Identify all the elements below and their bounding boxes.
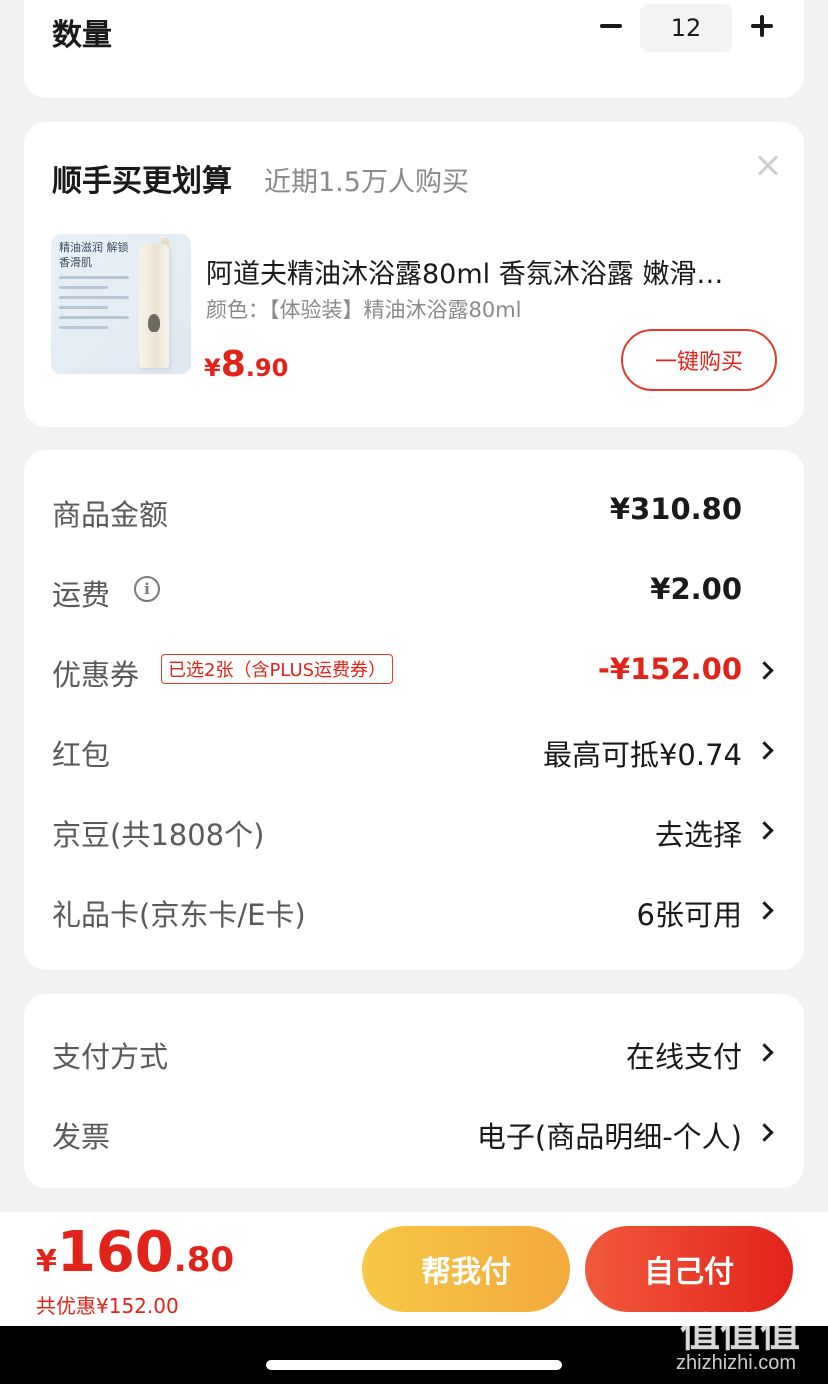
order-confirm-page: 数量 12 顺手买更划算 近期1.5万人购买 精油滋润 解锁香滑肌 阿道夫精油沐… — [0, 0, 828, 1384]
price-integer: 8 — [220, 344, 246, 385]
product-image-text-lines — [59, 276, 129, 336]
summary-value: -¥152.00 — [597, 652, 742, 686]
summary-label: 商品金额 — [52, 498, 169, 532]
invoice-row[interactable]: 发票 电子(商品明细-个人) — [24, 1102, 804, 1162]
total-integer: 160 — [56, 1220, 174, 1285]
payment-value: 在线支付 — [625, 1040, 742, 1074]
quantity-input[interactable]: 12 — [640, 4, 732, 52]
summary-label: 礼品卡(京东卡/E卡) — [52, 898, 306, 932]
product-image[interactable]: 精油滋润 解锁香滑肌 — [51, 234, 191, 374]
summary-value: 6张可用 — [636, 898, 742, 932]
quantity-label: 数量 — [52, 18, 112, 53]
recommendation-subtitle: 近期1.5万人购买 — [264, 167, 469, 198]
summary-value: 最高可抵¥0.74 — [542, 738, 742, 772]
summary-row-shipping: 运费 i ¥2.00 — [24, 560, 804, 620]
watermark-site: zhizhizhi.com — [676, 1352, 797, 1374]
summary-row-gift-card[interactable]: 礼品卡(京东卡/E卡) 6张可用 — [24, 880, 804, 940]
summary-label: 京豆(共1808个) — [52, 818, 265, 852]
invoice-label: 发票 — [52, 1120, 111, 1154]
summary-value: ¥310.80 — [609, 492, 742, 526]
total-price: ¥160.80 — [36, 1220, 234, 1285]
summary-row-red-packet[interactable]: 红包 最高可抵¥0.74 — [24, 720, 804, 780]
summary-label: 运费 — [52, 578, 111, 612]
summary-value: ¥2.00 — [650, 572, 742, 606]
total-discount-text: 共优惠¥152.00 — [36, 1294, 179, 1318]
product-price: ¥8.90 — [204, 344, 288, 385]
total-decimal: .80 — [173, 1240, 235, 1280]
summary-label: 优惠券 — [52, 658, 140, 692]
summary-label: 红包 — [52, 738, 111, 772]
price-summary-card: 商品金额 ¥310.80 运费 i ¥2.00 优惠券 已选2张（含PLUS运费… — [24, 450, 804, 970]
add-on-recommendation-card: 顺手买更划算 近期1.5万人购买 精油滋润 解锁香滑肌 阿道夫精油沐浴露80ml… — [24, 122, 804, 427]
invoice-value: 电子(商品明细-个人) — [476, 1120, 742, 1154]
watermark-logo: 值值值 — [680, 1310, 800, 1356]
chevron-right-icon — [758, 902, 774, 918]
summary-row-coupon[interactable]: 优惠券 已选2张（含PLUS运费券） -¥152.00 — [24, 640, 804, 700]
quantity-decrease-button[interactable] — [594, 6, 628, 46]
close-icon[interactable] — [754, 152, 782, 180]
home-indicator[interactable] — [266, 1360, 562, 1370]
chevron-right-icon — [758, 742, 774, 758]
quantity-card: 数量 12 — [24, 0, 804, 98]
payment-method-row[interactable]: 支付方式 在线支付 — [24, 1022, 804, 1082]
info-icon[interactable]: i — [134, 576, 160, 602]
chevron-right-icon — [758, 1124, 774, 1140]
chevron-right-icon — [758, 822, 774, 838]
price-decimal: .90 — [245, 354, 289, 382]
summary-row-goods-amount: 商品金额 ¥310.80 — [24, 480, 804, 540]
one-click-buy-button[interactable]: 一键购买 — [621, 329, 777, 391]
total-currency: ¥ — [36, 1244, 57, 1279]
chevron-right-icon — [758, 662, 774, 678]
help-me-pay-button[interactable]: 帮我付 — [362, 1226, 570, 1312]
product-image-caption: 精油滋润 解锁香滑肌 — [59, 241, 129, 269]
product-variant: 颜色：【体验装】精油沐浴露80ml — [206, 298, 522, 322]
recommendation-title: 顺手买更划算 — [52, 164, 232, 199]
quantity-increase-button[interactable] — [744, 6, 780, 46]
payment-card: 支付方式 在线支付 发票 电子(商品明细-个人) — [24, 994, 804, 1188]
coupon-selected-badge: 已选2张（含PLUS运费券） — [161, 654, 394, 684]
summary-row-jd-beans[interactable]: 京豆(共1808个) 去选择 — [24, 800, 804, 860]
chevron-right-icon — [758, 1044, 774, 1060]
bottle-graphic — [139, 244, 169, 368]
product-name[interactable]: 阿道夫精油沐浴露80ml 香氛沐浴露 嫩滑… — [206, 252, 776, 291]
watermark: 值值值 zhizhizhi.com — [676, 1300, 824, 1384]
payment-label: 支付方式 — [52, 1040, 169, 1074]
price-currency: ¥ — [204, 354, 221, 382]
summary-value: 去选择 — [654, 818, 742, 852]
